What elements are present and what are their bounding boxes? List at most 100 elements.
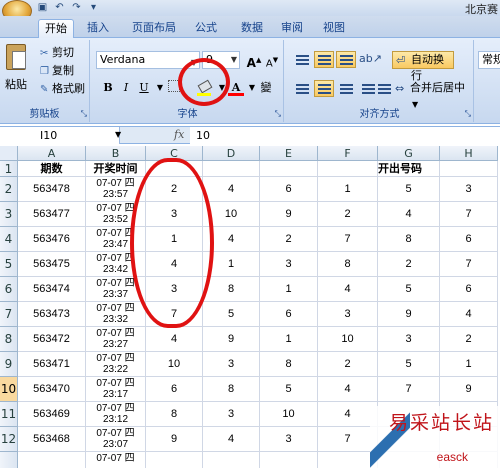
cell-draw-time[interactable]: 07-07 四 23:17 (86, 377, 146, 402)
cell-number[interactable]: 8 (378, 227, 440, 252)
tab-data[interactable]: 数据 (234, 19, 270, 38)
cell-number[interactable]: 5 (378, 352, 440, 377)
cell-period[interactable]: 563477 (18, 202, 86, 227)
cell-number[interactable]: 7 (378, 377, 440, 402)
merge-center-button[interactable]: ⇔ 合并后居中 ▼ (392, 80, 472, 109)
tab-view[interactable]: 视图 (316, 19, 352, 38)
font-size-select[interactable]: 9 ▼ (202, 51, 240, 69)
name-box[interactable]: I10 (0, 127, 120, 144)
row-header[interactable]: 1 (0, 161, 18, 177)
cell-number[interactable]: 8 (318, 252, 378, 277)
cell-period[interactable]: 563474 (18, 277, 86, 302)
clipboard-dialog-launcher-icon[interactable]: ⤡ (81, 109, 87, 119)
cell-draw-time[interactable]: 07-07 四 23:42 (86, 252, 146, 277)
cell-number[interactable]: 1 (260, 277, 318, 302)
row-header[interactable]: 5 (0, 252, 18, 277)
shrink-font-button[interactable]: A▼ (264, 51, 280, 69)
cell-number[interactable]: 2 (146, 177, 203, 202)
format-painter-button[interactable]: ✎ 格式刷 (40, 80, 85, 96)
cell-number[interactable]: 4 (318, 402, 378, 427)
align-bottom-button[interactable] (336, 51, 356, 68)
cell-number[interactable]: 4 (146, 252, 203, 277)
row-header[interactable]: 11 (0, 402, 18, 427)
cell-number[interactable]: 1 (318, 177, 378, 202)
row-header[interactable]: 7 (0, 302, 18, 327)
cell-number[interactable]: 4 (203, 427, 260, 452)
cell-number[interactable]: 3 (318, 302, 378, 327)
cell-period[interactable]: 563475 (18, 252, 86, 277)
cell-number[interactable]: 5 (378, 177, 440, 202)
insert-function-icon[interactable]: fx (174, 128, 184, 141)
cell-draw-time[interactable]: 07-07 四 23:32 (86, 302, 146, 327)
cell-number[interactable]: 5 (378, 277, 440, 302)
row-header[interactable] (0, 452, 18, 468)
cell-number[interactable]: 4 (203, 177, 260, 202)
save-icon[interactable]: ▣ (36, 1, 49, 14)
cell-number[interactable]: 10 (318, 327, 378, 352)
align-middle-button[interactable] (314, 51, 334, 68)
cell-number[interactable]: 9 (260, 202, 318, 227)
cell-number[interactable]: 7 (440, 202, 498, 227)
row-header[interactable]: 2 (0, 177, 18, 202)
cell-number[interactable]: 9 (440, 377, 498, 402)
cell-number[interactable]: 6 (440, 227, 498, 252)
column-header-h[interactable]: H (440, 146, 498, 161)
cell-number[interactable]: 2 (260, 227, 318, 252)
row-header[interactable]: 6 (0, 277, 18, 302)
cell-number[interactable]: 8 (203, 277, 260, 302)
cell-number[interactable]: 1 (203, 252, 260, 277)
cell-period[interactable]: 563469 (18, 402, 86, 427)
cell-number[interactable]: 3 (260, 427, 318, 452)
column-header-c[interactable]: C (146, 146, 203, 161)
font-dialog-launcher-icon[interactable]: ⤡ (275, 109, 281, 119)
cell-number[interactable]: 1 (260, 327, 318, 352)
font-name-select[interactable]: Verdana ▼ (96, 51, 200, 69)
cell-number[interactable] (318, 452, 378, 468)
cell-number[interactable]: 3 (378, 327, 440, 352)
tab-insert[interactable]: 插入 (80, 19, 116, 38)
chevron-down-icon[interactable]: ▼ (115, 130, 121, 139)
cell-period[interactable]: 563478 (18, 177, 86, 202)
cell-number[interactable]: 3 (203, 352, 260, 377)
fill-color-button[interactable] (196, 79, 214, 96)
align-right-button[interactable] (336, 80, 356, 97)
header-cell[interactable] (318, 161, 378, 177)
cell-number[interactable] (203, 452, 260, 468)
header-cell-period[interactable]: 期数 (18, 161, 86, 177)
cell-number[interactable]: 2 (318, 352, 378, 377)
tab-formulas[interactable]: 公式 (188, 19, 224, 38)
header-cell-draw-numbers[interactable]: 开出号码 (378, 161, 440, 177)
copy-button[interactable]: ❐ 复制 (40, 62, 74, 78)
cut-button[interactable]: ✂ 剪切 (40, 44, 74, 60)
column-header-f[interactable]: F (318, 146, 378, 161)
cell-draw-time[interactable]: 07-07 四 23:22 (86, 352, 146, 377)
align-left-button[interactable] (292, 80, 312, 97)
cell-period[interactable]: 563476 (18, 227, 86, 252)
tab-home[interactable]: 开始 (38, 19, 74, 38)
header-cell[interactable] (203, 161, 260, 177)
cell-period[interactable]: 563471 (18, 352, 86, 377)
cell-draw-time[interactable]: 07-07 四 23:27 (86, 327, 146, 352)
cell-number[interactable]: 7 (440, 252, 498, 277)
cell-period[interactable]: 563473 (18, 302, 86, 327)
cell-number[interactable]: 3 (146, 277, 203, 302)
cell-number[interactable]: 1 (146, 227, 203, 252)
customize-qat-icon[interactable]: ▾ (87, 1, 100, 14)
cell-number[interactable]: 10 (203, 202, 260, 227)
wrap-text-button[interactable]: ⏎ 自动换行 (392, 51, 454, 82)
column-header-b[interactable]: B (86, 146, 146, 161)
cell-number[interactable]: 10 (260, 402, 318, 427)
tab-page-layout[interactable]: 页面布局 (124, 19, 184, 38)
redo-icon[interactable]: ↷ (70, 1, 83, 14)
italic-button[interactable]: I (118, 80, 134, 96)
cell-number[interactable]: 4 (318, 277, 378, 302)
cell-number[interactable]: 4 (203, 227, 260, 252)
cell-number[interactable]: 10 (146, 352, 203, 377)
row-header[interactable]: 12 (0, 427, 18, 452)
phonetic-button[interactable]: 變 (258, 80, 274, 96)
column-header-e[interactable]: E (260, 146, 318, 161)
cell-number[interactable]: 4 (146, 327, 203, 352)
number-format-select[interactable]: 常规 (478, 51, 500, 69)
cell-number[interactable]: 2 (378, 252, 440, 277)
cell-number[interactable] (146, 452, 203, 468)
